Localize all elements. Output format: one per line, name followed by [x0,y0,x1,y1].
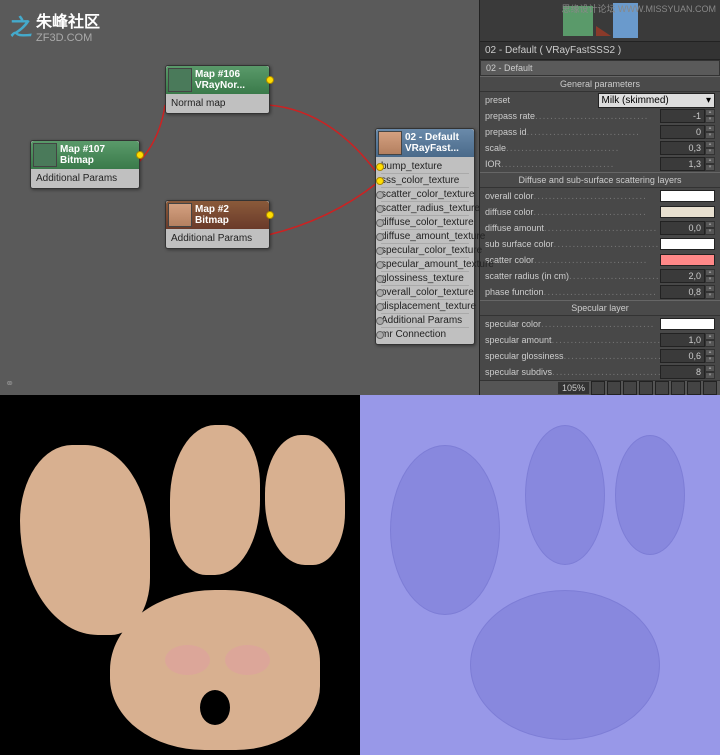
material-slot[interactable]: glossiness_texture [381,272,469,286]
node-param-row[interactable]: Additional Params [171,232,264,245]
param-value-input[interactable]: 0,6 [660,349,705,363]
spinner-down-icon[interactable]: ▾ [705,132,715,139]
node-param-row[interactable]: Additional Params [36,172,134,185]
rollout-general[interactable]: General parameters [480,76,720,92]
material-slot[interactable]: bump_texture [381,160,469,174]
tool-icon-5[interactable] [671,381,685,395]
tool-icon-6[interactable] [687,381,701,395]
node-editor-canvas[interactable]: 之 朱峰社区 ZF3D.COM ⚭ Map #107Bitmap Additio… [0,0,480,395]
spinner-down-icon[interactable]: ▾ [705,372,715,379]
panel-title: 02 - Default ( VRayFastSSS2 ) [480,42,720,60]
bitmap2-thumb-icon [168,203,192,227]
node-bitmap-107[interactable]: Map #107Bitmap Additional Params [30,140,140,189]
normal-thumb-icon [168,68,192,92]
spinner-up-icon[interactable]: ▴ [705,365,715,372]
material-slot[interactable]: mr Connection [381,328,469,341]
tool-icon-4[interactable] [655,381,669,395]
spinner-up-icon[interactable]: ▴ [705,269,715,276]
spinner-up-icon[interactable]: ▴ [705,221,715,228]
spinner-up-icon[interactable]: ▴ [705,349,715,356]
param-value-input[interactable]: -1 [660,109,705,123]
material-slot[interactable]: diffuse_amount_texture [381,230,469,244]
material-slot[interactable]: diffuse_color_texture [381,216,469,230]
material-slot[interactable]: specular_color_texture [381,244,469,258]
spinner-up-icon[interactable]: ▴ [705,285,715,292]
material-thumb-icon [378,131,402,155]
spinner-up-icon[interactable]: ▴ [705,125,715,132]
spinner-down-icon[interactable]: ▾ [705,116,715,123]
diffuse-texture-view [0,395,360,755]
tool-icon-3[interactable] [639,381,653,395]
color-swatch[interactable] [660,238,715,250]
spinner-down-icon[interactable]: ▾ [705,340,715,347]
preset-dropdown[interactable]: Milk (skimmed)▾ [598,93,716,108]
spinner-up-icon[interactable]: ▴ [705,141,715,148]
material-slot[interactable]: scatter_radius_texture [381,202,469,216]
node-vraynormal[interactable]: Map #106VRayNor... Normal map [165,65,270,114]
spinner-down-icon[interactable]: ▾ [705,148,715,155]
bitmap-thumb-icon [33,143,57,167]
material-slot[interactable]: sss_color_texture [381,174,469,188]
param-value-input[interactable]: 8 [660,365,705,379]
rollout-specular[interactable]: Specular layer [480,300,720,316]
param-value-input[interactable]: 0,8 [660,285,705,299]
param-value-input[interactable]: 0,0 [660,221,705,235]
param-value-input[interactable]: 1,0 [660,333,705,347]
color-swatch[interactable] [660,206,715,218]
param-value-input[interactable]: 0 [660,125,705,139]
color-swatch[interactable] [660,254,715,266]
zoom-level[interactable]: 105% [558,382,589,394]
param-value-input[interactable]: 0,3 [660,141,705,155]
panel-subtitle[interactable]: 02 - Default [480,60,720,76]
node-vrayfastsss[interactable]: 02 - DefaultVRayFast... bump_texturesss_… [375,128,475,345]
param-value-input[interactable]: 2,0 [660,269,705,283]
tool-icon-7[interactable] [703,381,717,395]
spinner-up-icon[interactable]: ▴ [705,109,715,116]
spinner-down-icon[interactable]: ▾ [705,276,715,283]
material-slot[interactable]: specular_amount_texture [381,258,469,272]
chevron-down-icon: ▾ [706,95,711,106]
node-param-row[interactable]: Normal map [171,97,264,110]
material-slot[interactable]: Additional Params [381,314,469,328]
spinner-down-icon[interactable]: ▾ [705,356,715,363]
node-bitmap-2[interactable]: Map #2Bitmap Additional Params [165,200,270,249]
spinner-up-icon[interactable]: ▴ [705,157,715,164]
logo: 之 朱峰社区 ZF3D.COM [10,8,100,44]
material-parameters-panel: 思缘设计论坛 WWW.MISSYUAN.COM 02 - Default ( V… [480,0,720,395]
material-slot[interactable]: displacement_texture [381,300,469,314]
bottom-toolbar: 105% [480,380,720,395]
tool-icon-1[interactable] [607,381,621,395]
rollout-diffuse[interactable]: Diffuse and sub-surface scattering layer… [480,172,720,188]
color-swatch[interactable] [660,318,715,330]
tool-glyph: ⚭ [5,377,14,390]
tool-icon-2[interactable] [623,381,637,395]
material-slot[interactable]: scatter_color_texture [381,188,469,202]
pan-icon[interactable] [591,381,605,395]
spinner-down-icon[interactable]: ▾ [705,164,715,171]
param-value-input[interactable]: 1,3 [660,157,705,171]
material-slot[interactable]: overall_color_texture [381,286,469,300]
spinner-up-icon[interactable]: ▴ [705,333,715,340]
watermark-text: 思缘设计论坛 WWW.MISSYUAN.COM [562,2,717,15]
spinner-down-icon[interactable]: ▾ [705,228,715,235]
color-swatch[interactable] [660,190,715,202]
normal-map-view [360,395,720,755]
spinner-down-icon[interactable]: ▾ [705,292,715,299]
